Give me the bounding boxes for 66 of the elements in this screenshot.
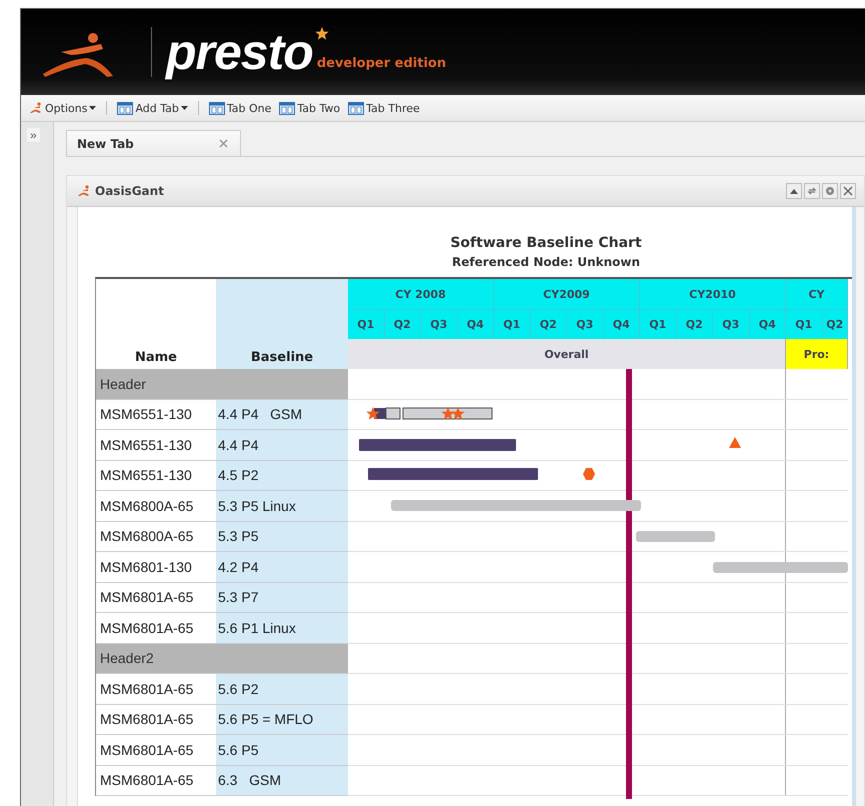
- quarter-header: Q2: [676, 309, 713, 339]
- toolbar-button[interactable]: Options: [27, 102, 98, 114]
- up-arrow-icon: [790, 188, 798, 194]
- year-header: CY 2008: [348, 279, 494, 309]
- phase-header: Pro:: [786, 339, 848, 369]
- quarter-header: Q2: [384, 309, 421, 339]
- quarter-header: Q1: [640, 309, 676, 339]
- column-header: Name: [134, 350, 177, 365]
- chart-title: Software Baseline Chart: [449, 235, 643, 251]
- quarter-header: Q2: [822, 309, 848, 339]
- tab[interactable]: New Tab: [66, 130, 241, 156]
- close-button[interactable]: [840, 183, 856, 199]
- quarter-header: Q4: [458, 309, 494, 339]
- quarter-header: Q4: [604, 309, 640, 339]
- expand-sidebar-button[interactable]: »: [27, 128, 40, 142]
- toolbar-button[interactable]: Tab Two: [277, 102, 342, 114]
- year-header: CY: [786, 279, 848, 309]
- table-cell: 5.6 P5: [216, 735, 348, 766]
- group-header-cell: Header2: [96, 644, 348, 674]
- quarter-header: Q2: [530, 309, 567, 339]
- table-cell: 5.3 P5 Linux: [216, 491, 348, 522]
- table-cell: 5.6 P5 = MFLO: [216, 704, 348, 735]
- quarter-header: Q3: [567, 309, 604, 339]
- table-cell: 4.4 P4: [216, 430, 348, 460]
- settings-icon: [825, 186, 835, 196]
- chart-subtitle: Referenced Node: Unknown: [450, 255, 642, 269]
- runner-icon: [77, 185, 91, 197]
- table-cell: 5.6 P1 Linux: [216, 613, 348, 644]
- group-header-cell: Header: [96, 369, 348, 400]
- quarter-header: Q1: [494, 309, 530, 339]
- refresh-button[interactable]: [804, 183, 820, 199]
- toolbar-button[interactable]: Tab Three: [346, 102, 422, 114]
- quarter-header: Q1: [348, 309, 384, 339]
- collapse-button[interactable]: [786, 183, 802, 199]
- close-icon[interactable]: [219, 139, 228, 148]
- toolbar-button[interactable]: Tab One: [206, 102, 274, 114]
- year-header: CY2010: [640, 279, 786, 309]
- table-cell: 5.3 P5: [216, 522, 348, 552]
- phase-header: Overall: [348, 339, 786, 369]
- table-cell: 4.2 P4: [216, 552, 348, 582]
- quarter-header: Q3: [713, 309, 750, 339]
- sparkle-icon: [314, 27, 329, 41]
- toolbar-button[interactable]: Add Tab: [115, 102, 190, 114]
- presto-logo: presto: [166, 23, 313, 81]
- tab-window-icon: [348, 102, 364, 114]
- column-header: Baseline: [250, 350, 314, 365]
- tab-window-icon: [208, 102, 225, 114]
- close-icon: [843, 186, 853, 196]
- table-cell: 4.4 P4 GSM: [216, 400, 348, 430]
- tab-window-icon: [279, 102, 296, 114]
- portlet-title: OasisGant: [95, 184, 164, 198]
- quarter-header: Q1: [786, 309, 822, 339]
- quarter-header: Q3: [421, 309, 458, 339]
- edition-label: developer edition: [316, 56, 446, 70]
- runner-icon: [29, 102, 43, 114]
- table-cell: 6.3 GSM: [216, 766, 348, 796]
- table-cell: 4.5 P2: [216, 460, 348, 491]
- settings-button[interactable]: [822, 183, 838, 199]
- year-header: CY2009: [494, 279, 640, 309]
- quarter-header: Q4: [750, 309, 786, 339]
- table-cell: 5.6 P2: [216, 674, 348, 704]
- table-cell: 5.3 P7: [216, 582, 348, 613]
- tab-window-icon: [117, 102, 134, 114]
- refresh-icon: [807, 186, 817, 196]
- caret-icon: [180, 106, 188, 110]
- caret-icon: [89, 106, 96, 110]
